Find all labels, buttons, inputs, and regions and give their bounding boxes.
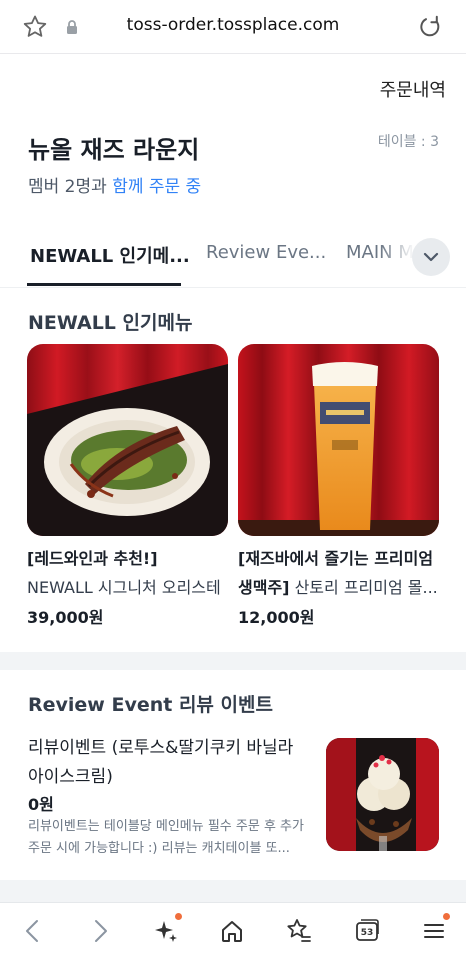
back-arrow-icon[interactable] [19, 917, 47, 945]
menu-card[interactable]: [재즈바에서 즐기는 프리미엄 생맥주] 산토리 프리미엄 몰... 12,00… [238, 344, 439, 628]
home-icon[interactable] [218, 917, 246, 945]
url-text[interactable]: toss-order.tossplace.com [0, 15, 466, 35]
menu-card-price: 12,000원 [238, 608, 315, 627]
ice-cream-photo [326, 738, 439, 851]
table-number: 테이블 : 3 [377, 134, 439, 150]
menu-badge-dot [443, 913, 450, 920]
review-item-price: 0원 [28, 795, 54, 814]
duck-steak-photo [27, 344, 228, 536]
menu-card-title: 산토리 프리미엄 몰... [289, 578, 438, 597]
members-status: 멤버 2명과 함께 주문 중 [28, 172, 201, 197]
group-order-link[interactable]: 함께 주문 중 [112, 177, 201, 197]
review-item-description: 리뷰이벤트는 테이블당 메인메뉴 필수 주문 후 추가 주문 시에 가능합니다 … [28, 819, 304, 856]
store-name: 뉴올 재즈 라운지 [28, 136, 200, 164]
menu-icon[interactable] [420, 917, 448, 945]
tab-review-event[interactable]: Review Eve... [206, 242, 326, 263]
tab-count: 53 [360, 928, 374, 938]
sparkle-icon[interactable] [152, 917, 180, 945]
active-tab-indicator [27, 283, 181, 286]
menu-card-name: [재즈바에서 즐기는 프리미엄 생맥주] 산토리 프리미엄 몰... [238, 544, 439, 602]
browser-bottom-nav: 53 [0, 902, 466, 956]
category-tabs: NEWALL 인기메... Review Eve... MAIN M [0, 226, 466, 288]
section-title-review: Review Event 리뷰 이벤트 [28, 694, 273, 716]
menu-card-name: [레드와인과 추천!] NEWALL 시그니처 오리스테이크 [... [27, 544, 228, 602]
order-history-link[interactable]: 주문내역 [380, 76, 446, 102]
browser-url-bar: toss-order.tossplace.com [0, 0, 466, 54]
menu-card-tag: [레드와인과 추천!] [27, 549, 158, 568]
menu-card[interactable]: [레드와인과 추천!] NEWALL 시그니처 오리스테이크 [... 39,0… [27, 344, 228, 628]
menu-card-price: 39,000원 [27, 608, 104, 627]
section-divider [0, 652, 466, 670]
tabs-icon[interactable]: 53 [353, 917, 381, 945]
menu-card-title: NEWALL 시그니처 오리스테이크 [... [27, 578, 221, 597]
chevron-down-icon [423, 252, 439, 262]
members-prefix: 멤버 2명과 [28, 177, 113, 197]
forward-arrow-icon[interactable] [86, 917, 114, 945]
star-list-icon[interactable] [285, 917, 313, 945]
reload-icon[interactable] [417, 14, 443, 40]
review-item-name: 리뷰이벤트 (로투스&딸기쿠키 바닐라 아이스크림) [28, 738, 294, 787]
section-divider [0, 880, 466, 902]
section-title-popular: NEWALL 인기메뉴 [28, 312, 193, 334]
tab-newall-popular[interactable]: NEWALL 인기메... [30, 242, 190, 268]
more-tabs-button[interactable] [412, 238, 450, 276]
draft-beer-photo [238, 344, 439, 536]
sparkle-badge-dot [175, 913, 182, 920]
